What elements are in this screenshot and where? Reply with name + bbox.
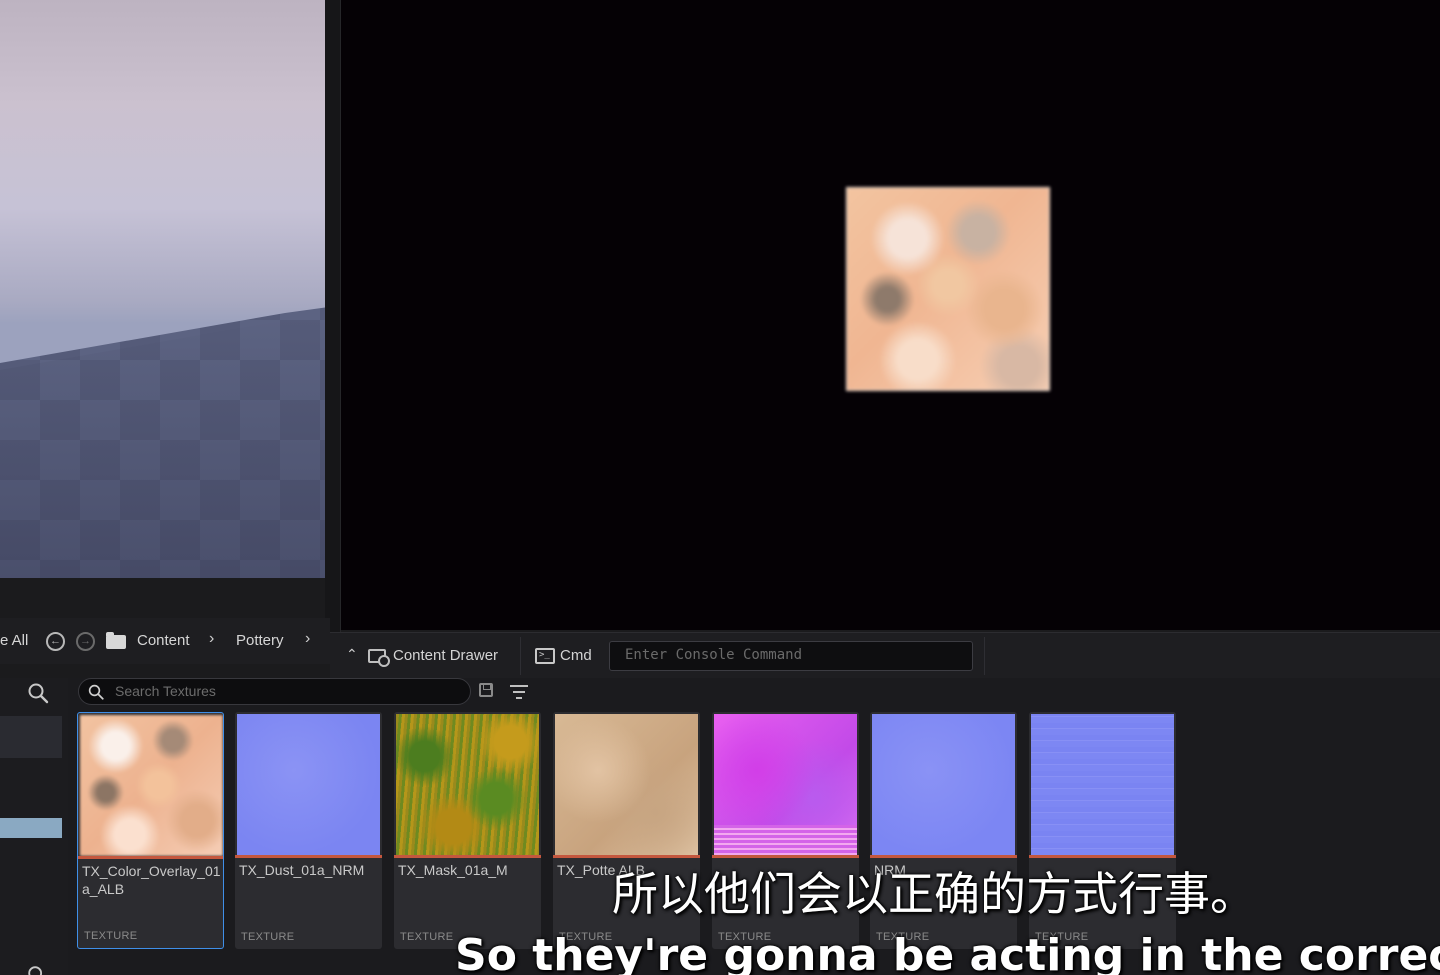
texture-thumbnail [714, 714, 857, 855]
asset-type: TEXTURE [84, 930, 138, 942]
content-drawer-button[interactable]: Content Drawer [393, 647, 498, 664]
search-textures-input[interactable]: Search Textures [78, 678, 471, 705]
search-icon [88, 684, 104, 700]
asset-name: TX_Color_Overlay_01a_ALB [82, 863, 221, 897]
source-folder-row[interactable] [0, 716, 62, 758]
subtitle-english: So they're gonna be acting in the correc… [455, 930, 1440, 975]
source-folder-selected[interactable] [0, 818, 62, 838]
asset-type: TEXTURE [400, 931, 454, 943]
console-command-input[interactable]: Enter Console Command [609, 641, 973, 671]
all-filter-label[interactable]: e All [0, 632, 28, 649]
subtitle-chinese: 所以他们会以正确的方式行事。 [612, 867, 1256, 921]
chevron-right-icon[interactable]: › [305, 630, 310, 648]
texture-thumbnail [237, 714, 380, 855]
forward-arrow-icon[interactable]: → [76, 632, 95, 651]
asset-tile[interactable]: TX_Dust_01a_NRM TEXTURE [235, 712, 382, 949]
cmd-button[interactable]: Cmd [560, 647, 592, 664]
breadcrumb-pottery[interactable]: Pottery [236, 632, 284, 649]
content-drawer-icon[interactable] [368, 649, 390, 667]
panel-splitter[interactable] [325, 0, 341, 632]
asset-name: TX_Mask_01a_M [398, 862, 508, 878]
level-viewport[interactable] [0, 0, 325, 578]
texture-preview-panel[interactable] [341, 0, 1440, 630]
asset-name: TX_Dust_01a_NRM [239, 862, 365, 878]
breadcrumb-content[interactable]: Content [137, 632, 190, 649]
texture-preview-image [846, 187, 1050, 391]
filter-icon[interactable] [510, 683, 530, 701]
asset-tile[interactable]: TX_Color_Overlay_01a_ALB TEXTURE [77, 712, 224, 949]
editor-window: e All ← → Content › Pottery › ⌃ Content … [0, 0, 1440, 975]
terminal-icon[interactable]: >_ [535, 648, 555, 664]
texture-thumbnail [555, 714, 698, 855]
texture-thumbnail [872, 714, 1015, 855]
search-icon[interactable] [26, 681, 50, 705]
texture-thumbnail [80, 715, 223, 856]
folder-icon[interactable] [106, 632, 126, 649]
texture-thumbnail [1031, 714, 1174, 855]
texture-thumbnail [396, 714, 539, 855]
save-icon[interactable] [479, 683, 493, 697]
caret-up-icon[interactable]: ⌃ [346, 646, 358, 663]
search-placeholder: Search Textures [115, 683, 216, 699]
bottom-status-bar: ⌃ Content Drawer >_ Cmd Enter Console Co… [330, 632, 1440, 678]
asset-tile[interactable]: TX_Mask_01a_M TEXTURE [394, 712, 541, 949]
chevron-right-icon[interactable]: › [209, 630, 214, 648]
search-icon[interactable] [26, 964, 48, 975]
sources-panel [0, 678, 68, 975]
content-browser-nav: e All ← → Content › Pottery › [0, 618, 330, 664]
back-arrow-icon[interactable]: ← [46, 632, 65, 651]
asset-type: TEXTURE [241, 931, 295, 943]
